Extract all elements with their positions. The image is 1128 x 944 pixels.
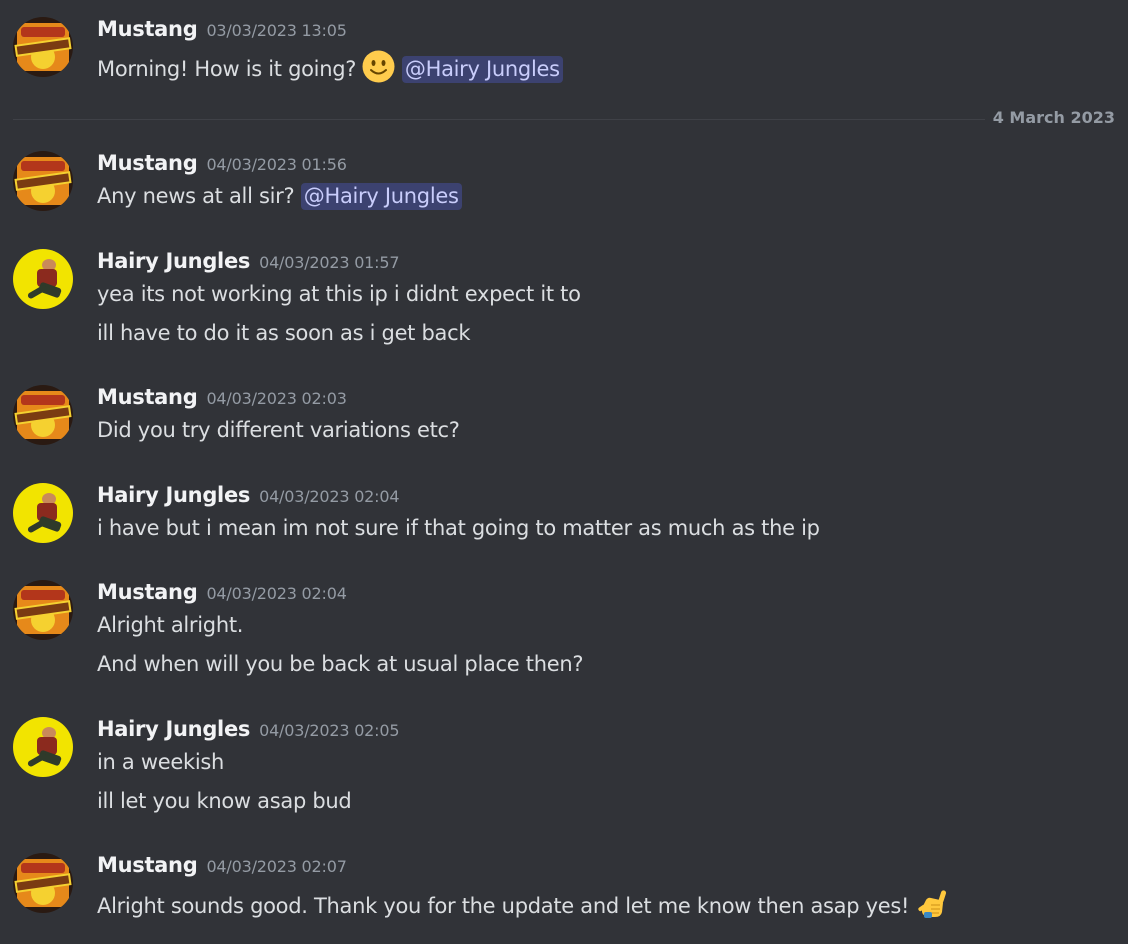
- message-timestamp: 04/03/2023 02:07: [206, 857, 347, 876]
- avatar-mustang[interactable]: [13, 151, 73, 211]
- message-author[interactable]: Hairy Jungles: [97, 249, 250, 273]
- date-divider: [13, 119, 1109, 120]
- message-timestamp: 03/03/2023 13:05: [206, 21, 347, 40]
- slightly-smiling-face-icon: [362, 50, 395, 88]
- message-author[interactable]: Mustang: [97, 580, 198, 604]
- message-author[interactable]: Mustang: [97, 385, 198, 409]
- message-text: ill let you know asap bud: [97, 789, 352, 813]
- message-text: Alright alright.: [97, 613, 244, 637]
- message-timestamp: 04/03/2023 02:04: [206, 584, 347, 603]
- message-author[interactable]: Hairy Jungles: [97, 717, 250, 741]
- message-author[interactable]: Hairy Jungles: [97, 483, 250, 507]
- avatar-mustang[interactable]: [13, 580, 73, 640]
- user-mention[interactable]: @Hairy Jungles: [300, 183, 462, 210]
- mustang-avatar-icon: [13, 151, 73, 211]
- hairy-jungles-avatar-icon: [13, 249, 73, 309]
- date-divider-label: 4 March 2023: [984, 108, 1115, 127]
- message-content: Any news at all sir? @Hairy Jungles: [97, 183, 462, 210]
- hairy-jungles-avatar-icon: [13, 717, 73, 777]
- message-text: i have but i mean im not sure if that go…: [97, 516, 820, 540]
- mustang-avatar-icon: [13, 853, 73, 913]
- message-content: Alright sounds good. Thank you for the u…: [97, 886, 950, 925]
- message-author[interactable]: Mustang: [97, 17, 198, 41]
- message-author[interactable]: Mustang: [97, 853, 198, 877]
- message-text: And when will you be back at usual place…: [97, 652, 584, 676]
- avatar-hairy-jungles[interactable]: [13, 717, 73, 777]
- hairy-jungles-avatar-icon: [13, 483, 73, 543]
- mustang-avatar-icon: [13, 17, 73, 77]
- avatar-hairy-jungles[interactable]: [13, 483, 73, 543]
- chat-messages: Mustang 03/03/2023 13:05 Morning! How is …: [0, 0, 1128, 944]
- avatar-mustang[interactable]: [13, 853, 73, 913]
- message-content: Morning! How is it going? @Hairy Jungles: [97, 50, 563, 88]
- message-timestamp: 04/03/2023 02:04: [259, 487, 400, 506]
- message-text: in a weekish: [97, 750, 225, 774]
- message-text: Alright sounds good. Thank you for the u…: [97, 894, 910, 918]
- message-timestamp: 04/03/2023 01:56: [206, 155, 347, 174]
- message-text: ill have to do it as soon as i get back: [97, 321, 471, 345]
- call-me-hand-icon: [916, 886, 950, 925]
- avatar-mustang[interactable]: [13, 17, 73, 77]
- message-author[interactable]: Mustang: [97, 151, 198, 175]
- message-text: Any news at all sir?: [97, 184, 295, 208]
- message-timestamp: 04/03/2023 02:05: [259, 721, 400, 740]
- mustang-avatar-icon: [13, 385, 73, 445]
- message-text: Morning! How is it going?: [97, 57, 357, 81]
- message-timestamp: 04/03/2023 01:57: [259, 253, 400, 272]
- mustang-avatar-icon: [13, 580, 73, 640]
- message-timestamp: 04/03/2023 02:03: [206, 389, 347, 408]
- avatar-hairy-jungles[interactable]: [13, 249, 73, 309]
- avatar-mustang[interactable]: [13, 385, 73, 445]
- message-text: Did you try different variations etc?: [97, 418, 460, 442]
- user-mention[interactable]: @Hairy Jungles: [401, 56, 563, 83]
- message-text: yea its not working at this ip i didnt e…: [97, 282, 581, 306]
